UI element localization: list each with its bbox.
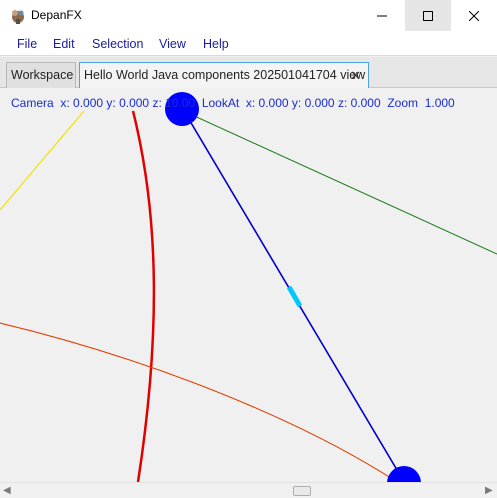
tab-graph-view[interactable]: Hello World Java components 202501041704… bbox=[79, 62, 369, 88]
graph-canvas[interactable]: Camera x: 0.000 y: 0.000 z: 10.00 LookAt… bbox=[0, 89, 497, 482]
camera-y-value: y: 0.000 bbox=[106, 96, 150, 110]
minimize-button[interactable] bbox=[359, 0, 405, 31]
graph-edge-red[interactable] bbox=[131, 110, 156, 482]
camera-z-value: z: 10.00 bbox=[152, 96, 196, 110]
scroll-right-arrow-icon[interactable]: ▶ bbox=[485, 485, 493, 496]
menu-edit[interactable]: Edit bbox=[53, 37, 75, 51]
scrollbar-thumb[interactable] bbox=[293, 486, 311, 496]
lookat-label: LookAt bbox=[201, 96, 240, 110]
maximize-button[interactable] bbox=[405, 0, 451, 31]
camera-status-bar: Camera x: 0.000 y: 0.000 z: 10.00 LookAt… bbox=[11, 96, 455, 110]
menu-view[interactable]: View bbox=[159, 37, 186, 51]
lookat-y-value: y: 0.000 bbox=[291, 96, 335, 110]
menu-file[interactable]: File bbox=[17, 37, 37, 51]
menu-help[interactable]: Help bbox=[203, 37, 229, 51]
graph-edge-highlight[interactable] bbox=[286, 285, 303, 308]
graph-edge-green[interactable] bbox=[189, 113, 497, 255]
tab-close-icon[interactable]: ✕ bbox=[350, 68, 361, 84]
title-bar: DepanFX bbox=[0, 0, 497, 31]
camera-x-value: x: 0.000 bbox=[60, 96, 104, 110]
zoom-label: Zoom bbox=[387, 96, 419, 110]
minimize-icon bbox=[377, 15, 387, 16]
maximize-icon bbox=[423, 10, 433, 21]
horizontal-scrollbar[interactable]: ◀ ▶ bbox=[0, 482, 497, 498]
zoom-value: 1.000 bbox=[424, 96, 455, 110]
graph-view-svg[interactable] bbox=[0, 89, 497, 482]
menu-selection[interactable]: Selection bbox=[92, 37, 143, 51]
depanfx-window: DepanFX File Edit Selection View Help Wo… bbox=[0, 0, 497, 498]
tab-graph-view-label: Hello World Java components 202501041704… bbox=[84, 68, 366, 82]
depanfx-logo-icon bbox=[12, 10, 24, 24]
graph-edge-orange[interactable] bbox=[0, 322, 398, 482]
tab-workspace[interactable]: Workspace bbox=[6, 62, 76, 88]
camera-label: Camera bbox=[11, 96, 54, 110]
graph-edge-yellow[interactable] bbox=[0, 110, 85, 211]
lookat-z-value: z: 0.000 bbox=[337, 96, 381, 110]
tab-strip: Workspace Hello World Java components 20… bbox=[0, 57, 497, 88]
close-icon bbox=[469, 10, 479, 21]
close-button[interactable] bbox=[451, 0, 497, 31]
graph-node-bottom[interactable] bbox=[387, 466, 421, 482]
scroll-left-arrow-icon[interactable]: ◀ bbox=[3, 485, 11, 496]
menu-bar: File Edit Selection View Help bbox=[0, 31, 497, 56]
window-title: DepanFX bbox=[31, 8, 82, 22]
tab-workspace-label: Workspace bbox=[11, 68, 74, 82]
lookat-x-value: x: 0.000 bbox=[245, 96, 289, 110]
